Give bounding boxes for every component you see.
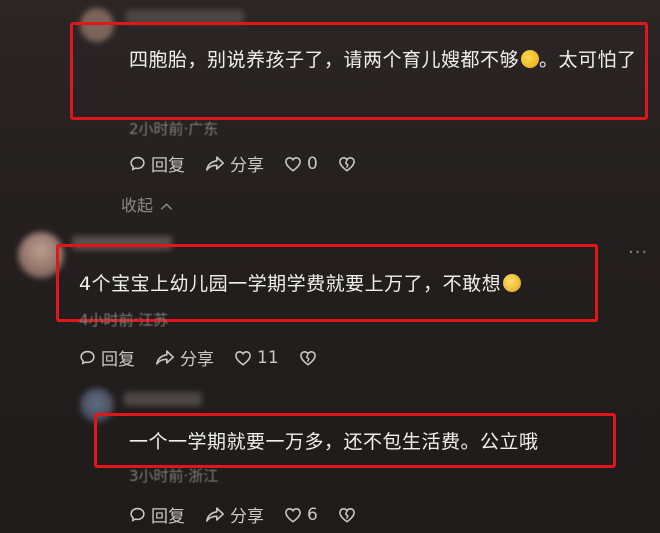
comment-text: 四胞胎，别说养孩子了，请两个育儿嫂都不够 。太可怕了 — [129, 49, 637, 71]
heart-icon — [285, 156, 301, 172]
share-button[interactable]: 分享 — [155, 345, 214, 370]
comment-text: 一个一学期就要一万多，还不包生活费。公立哦 — [129, 431, 539, 453]
chevron-up-icon — [160, 203, 173, 210]
broken-heart-icon — [338, 507, 355, 523]
share-arrow-icon — [206, 156, 224, 171]
reply-button[interactable]: 回复 — [79, 345, 135, 370]
share-arrow-icon — [206, 507, 224, 522]
broken-heart-icon — [299, 350, 316, 366]
shocked-emoji-icon — [503, 274, 522, 292]
dislike-button[interactable] — [338, 507, 361, 523]
dislike-button[interactable] — [338, 156, 361, 172]
comment-actions: 回复 分享 6 — [129, 502, 381, 527]
reply-button[interactable]: 回复 — [129, 502, 185, 527]
comment-meta: 2小时前·广东 — [129, 120, 219, 138]
like-button[interactable]: 11 — [234, 348, 279, 368]
comment-actions: 回复 分享 0 — [129, 151, 381, 176]
reply-icon — [130, 156, 145, 171]
collapse-replies-button[interactable]: 收起 — [121, 192, 173, 216]
comment-meta: 3小时前·浙江 — [129, 467, 219, 485]
reply-icon — [130, 507, 145, 522]
rofl-emoji-icon — [521, 50, 540, 68]
comment-actions: 回复 分享 11 — [79, 345, 342, 370]
like-button[interactable]: 6 — [284, 505, 318, 525]
comment-meta: 4小时前·江苏 — [79, 311, 169, 329]
share-arrow-icon — [156, 350, 174, 365]
broken-heart-icon — [338, 156, 355, 172]
reply-button[interactable]: 回复 — [129, 151, 185, 176]
like-button[interactable]: 0 — [284, 154, 318, 174]
reply-icon — [80, 350, 95, 365]
heart-icon — [235, 350, 251, 366]
username-blurred[interactable] — [124, 392, 202, 406]
dislike-button[interactable] — [299, 350, 322, 366]
heart-icon — [285, 507, 301, 523]
comment-text: 4个宝宝上幼儿园一学期学费就要上万了，不敢想 — [79, 268, 589, 300]
share-button[interactable]: 分享 — [205, 502, 264, 527]
more-options-button[interactable]: ··· — [628, 242, 648, 263]
share-button[interactable]: 分享 — [205, 151, 264, 176]
